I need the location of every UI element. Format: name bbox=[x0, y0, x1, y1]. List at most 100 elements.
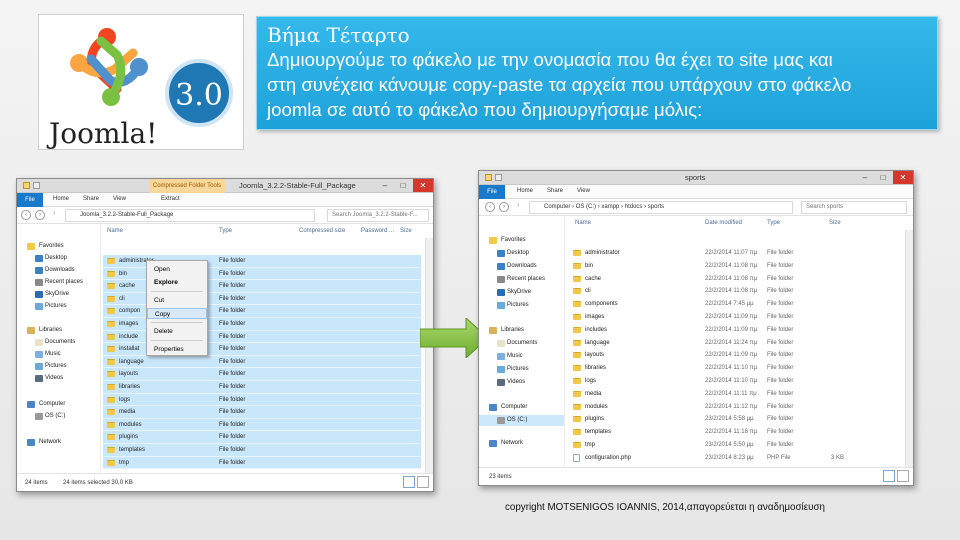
search-input[interactable]: Search Joomla_3.2.2-Stable-F... bbox=[327, 209, 429, 222]
properties-icon[interactable] bbox=[495, 174, 502, 181]
file-row[interactable]: media File folder bbox=[103, 406, 421, 419]
details-view-icon[interactable] bbox=[883, 470, 895, 482]
nav-favorites[interactable]: Favorites bbox=[17, 241, 100, 252]
details-view-icon[interactable] bbox=[403, 476, 415, 488]
large-icons-view-icon[interactable] bbox=[417, 476, 429, 488]
column-password[interactable]: Password ... bbox=[361, 224, 394, 238]
tab-extract[interactable]: Extract bbox=[161, 196, 180, 202]
nav-recent[interactable]: Recent places bbox=[17, 277, 100, 288]
file-row[interactable]: includes 22/2/2014 11:09 πμ File folder bbox=[569, 324, 899, 337]
column-compressed-size[interactable]: Compressed size bbox=[299, 224, 345, 238]
tab-file[interactable]: File bbox=[17, 193, 43, 207]
address-bar[interactable]: Computer › OS (C:) › xampp › htdocs › sp… bbox=[529, 201, 793, 214]
minimize-icon[interactable]: – bbox=[377, 179, 393, 192]
nav-music[interactable]: Music bbox=[479, 351, 564, 362]
file-row[interactable]: bin 22/2/2014 11:08 πμ File folder bbox=[569, 260, 899, 273]
nav-recent[interactable]: Recent places bbox=[479, 274, 564, 285]
nav-downloads[interactable]: Downloads bbox=[17, 265, 100, 276]
file-row[interactable]: media 22/2/2014 11:11 πμ File folder bbox=[569, 388, 899, 401]
file-row[interactable]: cli 22/2/2014 11:08 πμ File folder bbox=[569, 285, 899, 298]
nav-videos[interactable]: Videos bbox=[479, 377, 564, 388]
file-row[interactable]: layouts File folder bbox=[103, 368, 421, 381]
column-name[interactable]: Name bbox=[575, 216, 591, 230]
nav-skydrive[interactable]: SkyDrive bbox=[17, 289, 100, 300]
nav-lib-pictures[interactable]: Pictures bbox=[479, 364, 564, 375]
tab-home[interactable]: Home bbox=[53, 196, 69, 202]
file-row[interactable]: cache 22/2/2014 11:08 πμ File folder bbox=[569, 273, 899, 286]
file-row[interactable]: plugins 23/2/2014 5:58 μμ File folder bbox=[569, 413, 899, 426]
explorer-window-sports[interactable]: sports – □ ✕ File Home Share View ‹ › ↑ … bbox=[478, 170, 914, 486]
column-name[interactable]: Name bbox=[107, 224, 123, 238]
file-row[interactable]: templates File folder bbox=[103, 444, 421, 457]
file-row[interactable]: configuration.php 23/2/2014 8:23 μμ PHP Fi… bbox=[569, 452, 899, 465]
tab-home[interactable]: Home bbox=[517, 188, 533, 194]
nav-os-drive[interactable]: OS (C:) bbox=[17, 411, 100, 422]
column-type[interactable]: Type bbox=[767, 216, 780, 230]
nav-lib-pictures[interactable]: Pictures bbox=[17, 361, 100, 372]
file-row[interactable]: language 22/2/2014 11:24 πμ File folder bbox=[569, 337, 899, 350]
file-row[interactable]: layouts 22/2/2014 11:09 πμ File folder bbox=[569, 349, 899, 362]
tab-file[interactable]: File bbox=[479, 185, 505, 199]
file-row[interactable]: modules 22/2/2014 11:12 πμ File folder bbox=[569, 401, 899, 414]
file-row[interactable]: tmp File folder bbox=[103, 456, 421, 470]
maximize-icon[interactable]: □ bbox=[875, 171, 891, 184]
menu-open[interactable]: Open bbox=[147, 264, 207, 275]
file-row[interactable]: libraries File folder bbox=[103, 381, 421, 394]
up-icon[interactable]: ↑ bbox=[49, 210, 59, 220]
breadcrumb-sports[interactable]: sports bbox=[648, 204, 664, 210]
menu-cut[interactable]: Cut bbox=[147, 295, 207, 306]
breadcrumb-computer[interactable]: Computer bbox=[544, 204, 570, 210]
compressed-folder-tools-tab[interactable]: Compressed Folder Tools bbox=[149, 179, 225, 193]
column-size[interactable]: Size bbox=[829, 216, 841, 230]
title-bar[interactable]: sports – □ ✕ bbox=[479, 171, 913, 185]
file-row[interactable]: plugins File folder bbox=[103, 431, 421, 444]
properties-icon[interactable] bbox=[33, 182, 40, 189]
tab-share[interactable]: Share bbox=[83, 196, 99, 202]
close-icon[interactable]: ✕ bbox=[413, 179, 433, 192]
minimize-icon[interactable]: – bbox=[857, 171, 873, 184]
nav-skydrive[interactable]: SkyDrive bbox=[479, 287, 564, 298]
nav-computer[interactable]: Computer bbox=[17, 399, 100, 410]
tab-share[interactable]: Share bbox=[547, 188, 563, 194]
explorer-window-joomla[interactable]: Compressed Folder Tools Joomla_3.2.2-Sta… bbox=[16, 178, 434, 492]
column-date-modified[interactable]: Date modified bbox=[705, 216, 742, 230]
menu-copy[interactable]: Copy bbox=[147, 308, 207, 319]
nav-desktop[interactable]: Desktop bbox=[479, 248, 564, 259]
nav-network[interactable]: Network bbox=[479, 438, 564, 449]
breadcrumb-htdocs[interactable]: htdocs bbox=[625, 204, 643, 210]
file-row[interactable]: libraries 22/2/2014 11:10 πμ File folder bbox=[569, 362, 899, 375]
file-row[interactable]: templates 22/2/2014 11:16 πμ File folder bbox=[569, 426, 899, 439]
nav-documents[interactable]: Documents bbox=[17, 337, 100, 348]
file-row[interactable]: tmp 23/2/2014 5:50 μμ File folder bbox=[569, 439, 899, 452]
nav-pictures[interactable]: Pictures bbox=[17, 301, 100, 312]
tab-view[interactable]: View bbox=[577, 188, 590, 194]
nav-os-drive[interactable]: OS (C:) bbox=[479, 415, 564, 426]
column-type[interactable]: Type bbox=[219, 224, 232, 238]
file-row[interactable]: logs 22/2/2014 11:10 πμ File folder bbox=[569, 375, 899, 388]
file-row[interactable]: administrator 22/2/2014 11:07 πμ File fold… bbox=[569, 247, 899, 260]
up-icon[interactable]: ↑ bbox=[513, 202, 523, 212]
back-icon[interactable]: ‹ bbox=[485, 202, 495, 212]
nav-pictures[interactable]: Pictures bbox=[479, 300, 564, 311]
tab-view[interactable]: View bbox=[113, 196, 126, 202]
nav-favorites[interactable]: Favorites bbox=[479, 235, 564, 246]
scrollbar[interactable] bbox=[905, 230, 913, 467]
file-row[interactable]: language File folder bbox=[103, 355, 421, 369]
nav-music[interactable]: Music bbox=[17, 349, 100, 360]
forward-icon[interactable]: › bbox=[499, 202, 509, 212]
file-row[interactable]: components 22/2/2014 7:45 μμ File folder bbox=[569, 298, 899, 311]
nav-network[interactable]: Network bbox=[17, 437, 100, 448]
forward-icon[interactable]: › bbox=[35, 210, 45, 220]
close-icon[interactable]: ✕ bbox=[893, 171, 913, 184]
breadcrumb-xampp[interactable]: xampp bbox=[601, 204, 619, 210]
menu-properties[interactable]: Properties bbox=[147, 344, 207, 355]
column-size[interactable]: Size bbox=[400, 224, 412, 238]
title-bar[interactable]: Compressed Folder Tools Joomla_3.2.2-Sta… bbox=[17, 179, 433, 193]
menu-explore[interactable]: Explore bbox=[147, 277, 207, 288]
search-input[interactable]: Search sports bbox=[801, 201, 907, 214]
file-row[interactable]: modules File folder bbox=[103, 418, 421, 432]
nav-desktop[interactable]: Desktop bbox=[17, 253, 100, 264]
nav-videos[interactable]: Videos bbox=[17, 373, 100, 384]
nav-libraries[interactable]: Libraries bbox=[17, 325, 100, 336]
nav-computer[interactable]: Computer bbox=[479, 402, 564, 413]
